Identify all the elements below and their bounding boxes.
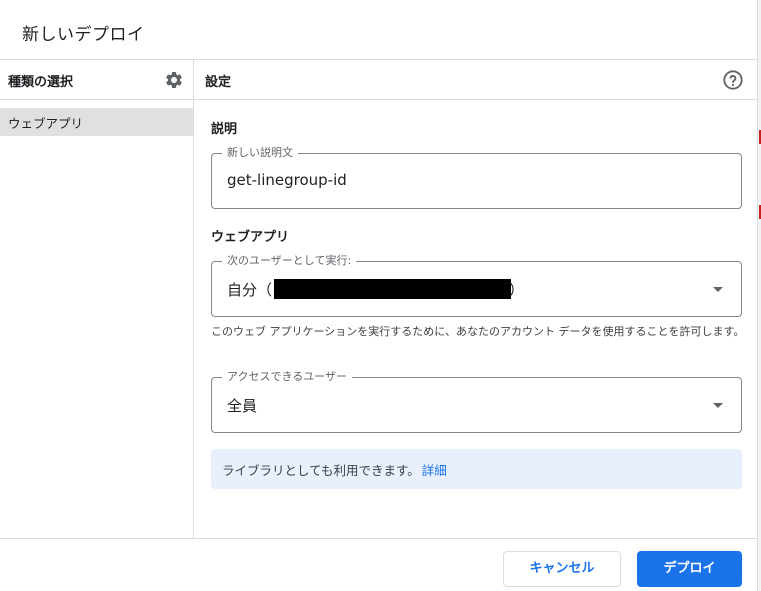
new-deployment-dialog: 新しいデプロイ 種類の選択 ウェブアプリ 設定 説明 新しい説明文 ウェブアプリ… [0,0,761,591]
deploy-button[interactable]: デプロイ [637,551,742,587]
footer-divider [0,538,757,539]
sidebar-title: 種類の選択 [8,75,74,90]
execute-as-select[interactable]: 次のユーザーとして実行: 自分（ ） [211,254,742,317]
description-section-label: 説明 [211,122,238,137]
library-info-box: ライブラリとしても利用できます。 詳細 [211,449,742,489]
help-circle-icon[interactable] [722,69,744,91]
redacted-email [274,279,511,299]
info-text-wrapper: ライブラリとしても利用できます。 詳細 [222,460,447,479]
sidebar-item-label: ウェブアプリ [8,116,84,131]
dropdown-arrow-icon [713,403,723,408]
sidebar-item-web-app[interactable]: ウェブアプリ [0,108,193,136]
execute-as-value-suffix: ） [509,281,525,299]
learn-more-link[interactable]: 詳細 [422,463,447,478]
access-value: 全員 [227,397,258,415]
sidebar-header: 種類の選択 [0,60,194,100]
description-input[interactable] [227,171,717,189]
dialog-title: 新しいデプロイ [22,25,145,45]
type-selection-sidebar: 種類の選択 ウェブアプリ [0,60,194,538]
execute-as-value: 自分（ [227,281,273,299]
cancel-button[interactable]: キャンセル [503,551,621,587]
access-legend: アクセスできるユーザー [222,370,353,384]
dropdown-arrow-icon [713,287,723,292]
background-window-edge [757,0,761,591]
description-field-legend: 新しい説明文 [222,146,298,160]
description-field[interactable]: 新しい説明文 [211,146,742,209]
webapp-section-label: ウェブアプリ [211,230,290,245]
access-select[interactable]: アクセスできるユーザー 全員 [211,370,742,433]
gear-icon[interactable] [164,70,184,90]
info-text: ライブラリとしても利用できます。 [222,463,420,478]
settings-title: 設定 [205,75,232,90]
settings-header: 設定 [194,60,757,100]
execute-as-helper-text: このウェブ アプリケーションを実行するために、あなたのアカウント データを使用す… [211,325,745,338]
execute-as-legend: 次のユーザーとして実行: [222,254,357,268]
